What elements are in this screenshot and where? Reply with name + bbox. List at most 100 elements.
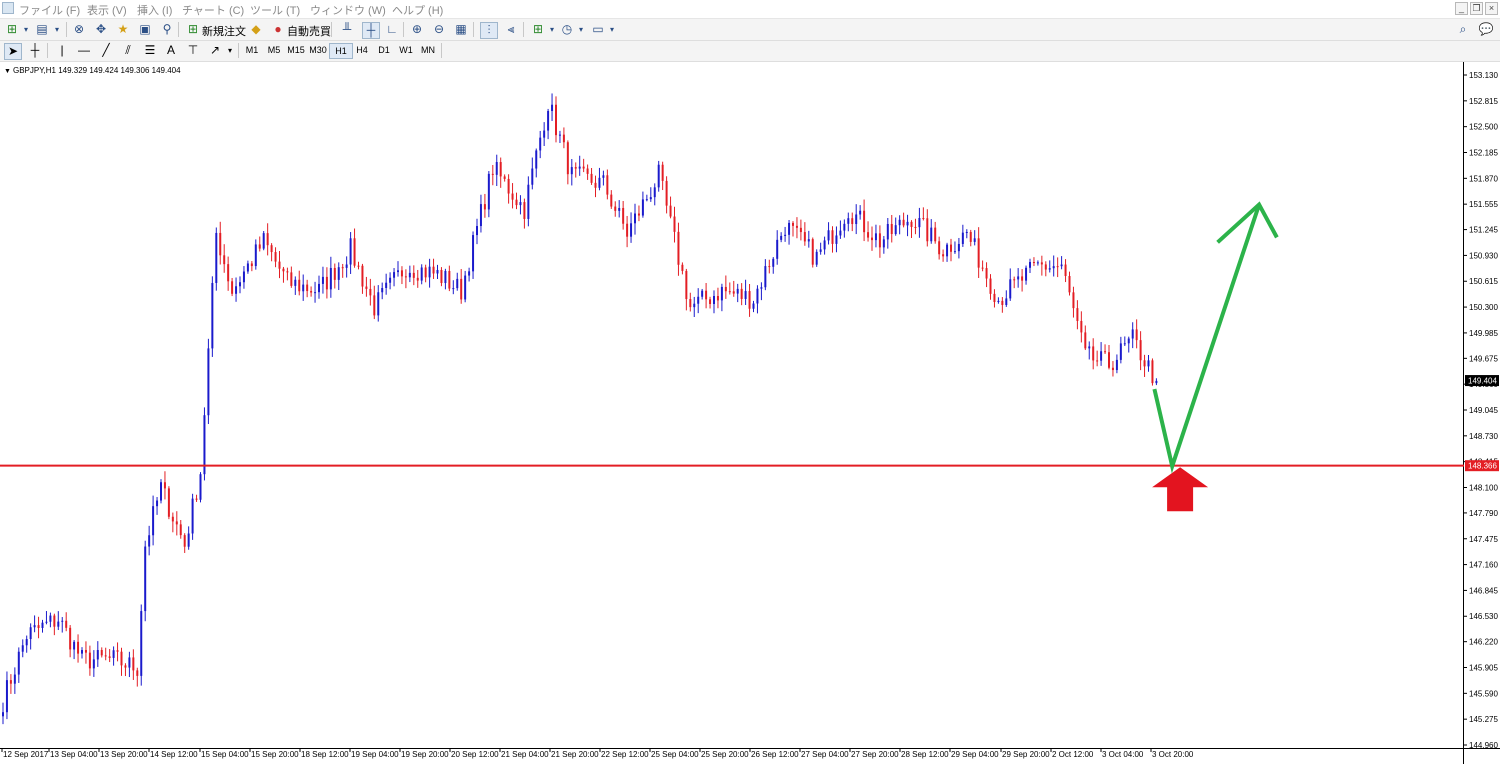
timeframe-m15[interactable]: M15 [285,45,307,55]
menu-file[interactable]: ファイル (F) [19,2,80,18]
candle-body [989,278,992,294]
zoom-out-icon[interactable]: ⊖ [431,22,447,37]
x-tick-label: 2 Oct 12:00 [1052,750,1094,759]
candle-body [84,650,87,653]
menu-window[interactable]: ウィンドウ (W) [310,2,386,18]
auto-trade-button[interactable]: 自動売買 [287,23,331,39]
candle-body [697,296,700,304]
x-tick-label: 27 Sep 20:00 [851,750,899,759]
restore-icon[interactable]: ❐ [1470,2,1483,15]
svg-text:149.404: 149.404 [1468,377,1497,386]
dropdown-icon[interactable]: ▾ [222,43,238,58]
candle-body [795,225,798,228]
candle-body [661,164,664,181]
candle-body [555,104,557,136]
text-label-icon[interactable]: ⊤ [185,43,201,58]
menu-help[interactable]: ヘルプ (H) [392,2,443,18]
autoscroll-icon[interactable]: ⫶ [480,22,498,39]
x-tick-label: 25 Sep 04:00 [651,750,699,759]
timeframe-m30[interactable]: M30 [307,45,329,55]
candle-body [440,269,443,284]
new-order-icon[interactable]: ⊞ [185,22,201,37]
y-tick-label: 147.790 [1469,509,1498,518]
candle-body [547,111,550,131]
candle-body [938,241,941,255]
candle-body [321,276,324,284]
candle-body [653,187,656,198]
svg-text:148.366: 148.366 [1468,462,1497,471]
channel-icon[interactable]: ⫽ [120,43,136,58]
candle-body [776,239,779,259]
line-chart-icon[interactable]: ∟ [384,22,400,37]
candle-body [163,482,166,489]
timeframe-w1[interactable]: W1 [395,45,417,55]
crosshair-icon[interactable]: ┼ [27,43,43,58]
candle-body [1143,360,1146,367]
candle-body [160,482,162,501]
chart-shift-icon[interactable]: ⫷ [503,22,519,37]
auto-trade-icon[interactable]: ● [270,22,286,37]
candle-body [156,500,159,507]
candle-body [823,240,826,250]
dropdown-icon[interactable]: ▾ [544,22,560,37]
candle-body [195,498,198,500]
text-tool-button[interactable]: A [163,43,179,58]
dropdown-icon[interactable]: ▾ [604,22,620,37]
trendline-icon[interactable]: ╱ [98,43,114,58]
timeframe-h4[interactable]: H4 [351,45,373,55]
close-icon[interactable]: × [1485,2,1498,15]
y-tick-label: 152.500 [1469,123,1498,132]
candle-body [211,282,214,349]
candle-body [124,665,127,668]
x-tick-label: 21 Sep 20:00 [551,750,599,759]
timeframe-m1[interactable]: M1 [241,45,263,55]
timeframe-m5[interactable]: M5 [263,45,285,55]
tile-windows-icon[interactable]: ▦ [453,22,469,37]
metaeditor-icon[interactable]: ◆ [248,22,264,37]
fibonacci-icon[interactable]: ☰ [142,43,158,58]
candle-body [657,164,660,188]
candle-body [720,286,723,301]
candlestick-icon[interactable]: ┼ [362,22,380,39]
search-icon[interactable]: ⌕ [1455,22,1471,37]
candle-body [1013,279,1016,281]
menu-view[interactable]: 表示 (V) [87,2,127,18]
chart-window[interactable]: 153.130 152.815 152.500 152.185 151.870 151.5… [0,62,1500,764]
navigator-icon[interactable]: ✥ [93,22,109,37]
menu-chart[interactable]: チャート (C) [182,2,244,18]
favorites-icon[interactable]: ★ [115,22,131,37]
horizontal-line-icon[interactable]: — [76,43,92,58]
timeframe-d1[interactable]: D1 [373,45,395,55]
market-watch-icon[interactable]: ⊗ [71,22,87,37]
vertical-line-icon[interactable]: | [54,43,70,58]
candle-body [13,674,16,684]
candle-body [1036,262,1039,264]
profiles-icon[interactable]: ▤ [34,22,50,37]
price-chart[interactable]: 153.130 152.815 152.500 152.185 151.870 151.5… [0,62,1500,764]
dropdown-icon[interactable]: ▾ [49,22,65,37]
dropdown-icon[interactable]: ▾ [573,22,589,37]
cursor-icon[interactable]: ➤ [4,43,22,60]
minimize-icon[interactable]: _ [1455,2,1468,15]
new-order-button[interactable]: 新規注文 [202,23,246,39]
candle-body [278,261,281,269]
menu-tools[interactable]: ツール (T) [250,2,300,18]
timeframe-mn[interactable]: MN [417,45,439,55]
strategy-tester-icon[interactable]: ⚲ [159,22,175,37]
y-tick-label: 150.615 [1469,277,1498,286]
terminal-icon[interactable]: ▣ [137,22,153,37]
candle-body [780,235,783,240]
candle-body [570,167,573,175]
chat-icon[interactable]: 💬 [1478,22,1494,37]
y-tick-label: 147.475 [1469,535,1498,544]
candle-body [258,244,261,249]
candle-body [1119,343,1122,360]
menu-insert[interactable]: 挿入 (I) [137,2,172,18]
dropdown-icon[interactable]: ▾ [18,22,34,37]
candle-body [910,221,913,227]
timeframe-h1[interactable]: H1 [329,43,353,59]
arrows-icon[interactable]: ↗ [207,43,223,58]
zoom-in-icon[interactable]: ⊕ [409,22,425,37]
candle-body [973,238,976,242]
bar-chart-icon[interactable]: ╨ [339,22,355,37]
